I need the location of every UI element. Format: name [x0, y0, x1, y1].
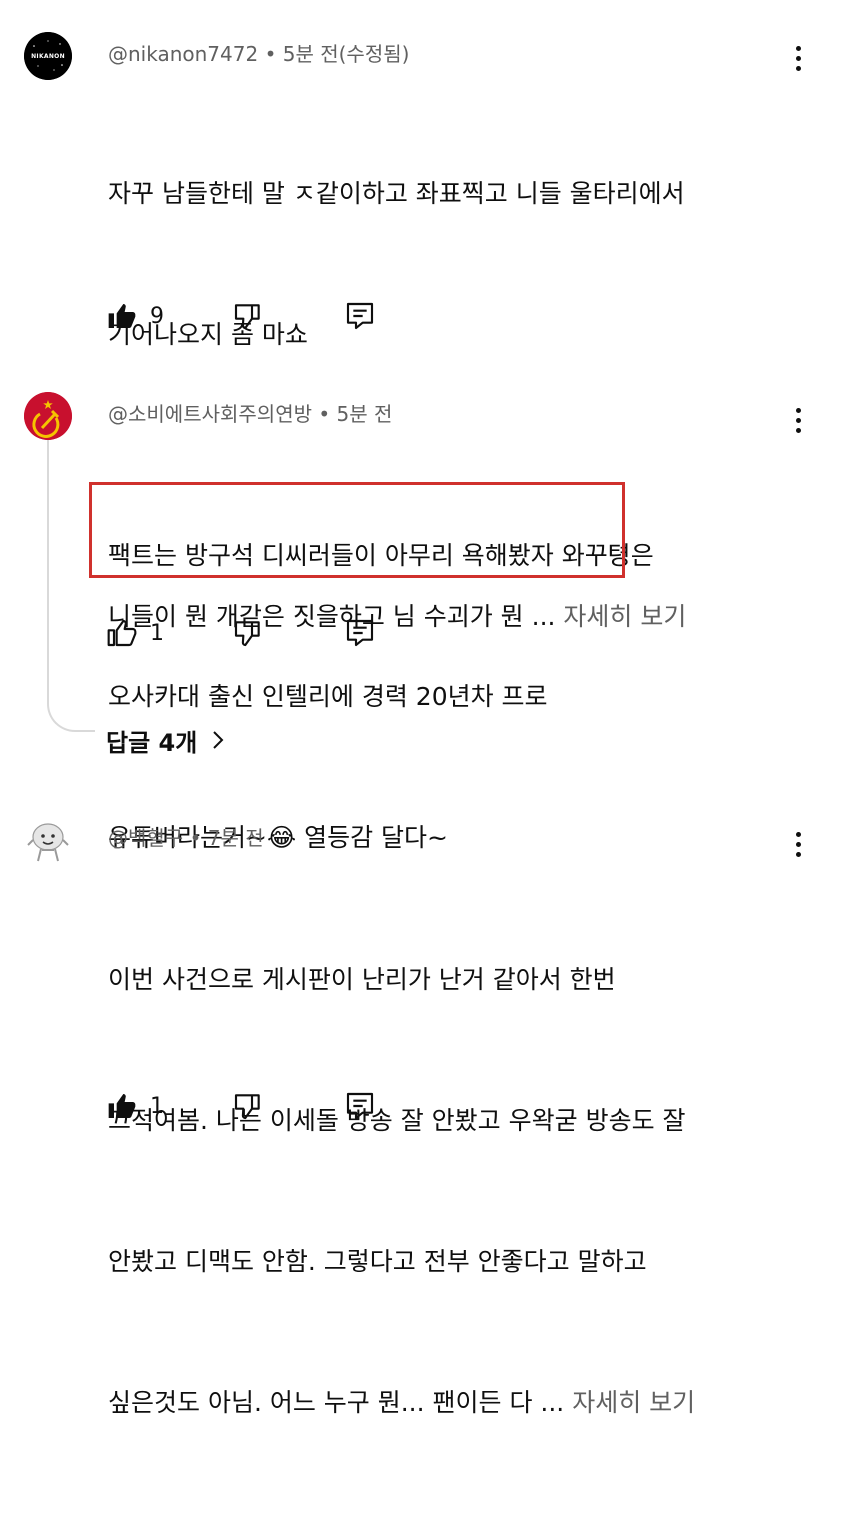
view-replies-button[interactable]: 답글 4개 [106, 720, 227, 760]
comment-line: 끄적여봄. 나는 이세돌 방송 잘 안봤고 우왁굳 방송도 잘 [108, 1106, 686, 1135]
dislike-button[interactable] [232, 613, 264, 653]
more-options-button[interactable] [780, 40, 816, 76]
like-button[interactable]: 1 [106, 613, 164, 653]
thumbs-up-filled-icon [108, 304, 136, 328]
comment-time[interactable]: 5분 전(수정됨) [283, 42, 410, 66]
reply-comment-icon [346, 1092, 374, 1120]
comment-line: 안봤고 디맥도 안함. 그렇다고 전부 안좋다고 말하고 [108, 1247, 647, 1276]
comment-meta: @nikanon7472 • 5분 전(수정됨) [108, 38, 409, 67]
meta-separator: • [264, 42, 277, 66]
thumbs-down-icon [234, 621, 260, 647]
read-more-link[interactable]: 자세히 보기 [572, 1388, 695, 1417]
thumbs-up-filled-icon [108, 1094, 136, 1118]
comment-line: 오사카대 출신 인텔리에 경력 20년차 프로 [108, 682, 548, 711]
avatar-text: NIKANON [31, 52, 65, 60]
author-handle[interactable]: @소비에트사회주의연방 [108, 402, 312, 426]
meta-separator: • [318, 402, 331, 426]
replies-label: 답글 4개 [106, 728, 198, 757]
thumbs-up-icon [107, 619, 137, 647]
reply-comment-icon [346, 302, 374, 330]
comment-meta: @백혈구 • 7분 전 [108, 822, 264, 851]
hammer-sickle-icon [24, 392, 72, 440]
avatar[interactable] [24, 392, 72, 440]
author-handle[interactable]: @백혈구 [108, 826, 183, 850]
dislike-button[interactable] [232, 1086, 264, 1126]
comment-text: 이번 사건으로 게시판이 난리가 난거 같아서 한번 끄적여봄. 나는 이세돌 … [108, 862, 788, 1520]
thread-connector [47, 432, 95, 732]
dislike-button[interactable] [232, 296, 264, 336]
avatar[interactable]: NIKANON [24, 32, 72, 80]
reply-button[interactable] [344, 613, 376, 653]
comment-line: 이번 사건으로 게시판이 난리가 난거 같아서 한번 [108, 965, 616, 994]
comment-time[interactable]: 5분 전 [337, 402, 393, 426]
reply-button[interactable] [344, 1086, 376, 1126]
thumbs-down-icon [234, 1094, 260, 1120]
comment-line: 자꾸 남들한테 말 ㅈ같이하고 좌표찍고 니들 울타리에서 [108, 179, 685, 208]
meta-separator: • [189, 826, 202, 850]
comment-meta: @소비에트사회주의연방 • 5분 전 [108, 398, 392, 427]
author-handle[interactable]: @nikanon7472 [108, 42, 258, 66]
reply-button[interactable] [344, 296, 376, 336]
like-count: 9 [150, 303, 164, 329]
like-count: 1 [150, 1093, 164, 1119]
reply-comment-icon [346, 619, 374, 647]
highlight-box [89, 482, 625, 578]
avatar[interactable] [24, 818, 72, 866]
comment-line: 기어나오지 좀 마쇼 [108, 320, 308, 349]
truncated-text: 싶은것도 아님. 어느 누구 뭔... 팬이든 다 ... [108, 1388, 573, 1417]
comment-line: 싶은것도 아님. 어느 누구 뭔... 팬이든 다 ... 자세히 보기 [108, 1379, 788, 1426]
like-button[interactable]: 1 [106, 1086, 164, 1126]
like-count: 1 [150, 620, 164, 646]
cartoon-character-icon [27, 823, 69, 862]
like-button[interactable]: 9 [106, 296, 164, 336]
more-options-button[interactable] [780, 402, 816, 438]
chevron-right-icon [213, 731, 224, 749]
thumbs-down-icon [234, 304, 260, 330]
more-options-button[interactable] [780, 826, 816, 862]
comment-time[interactable]: 7분 전 [208, 826, 264, 850]
